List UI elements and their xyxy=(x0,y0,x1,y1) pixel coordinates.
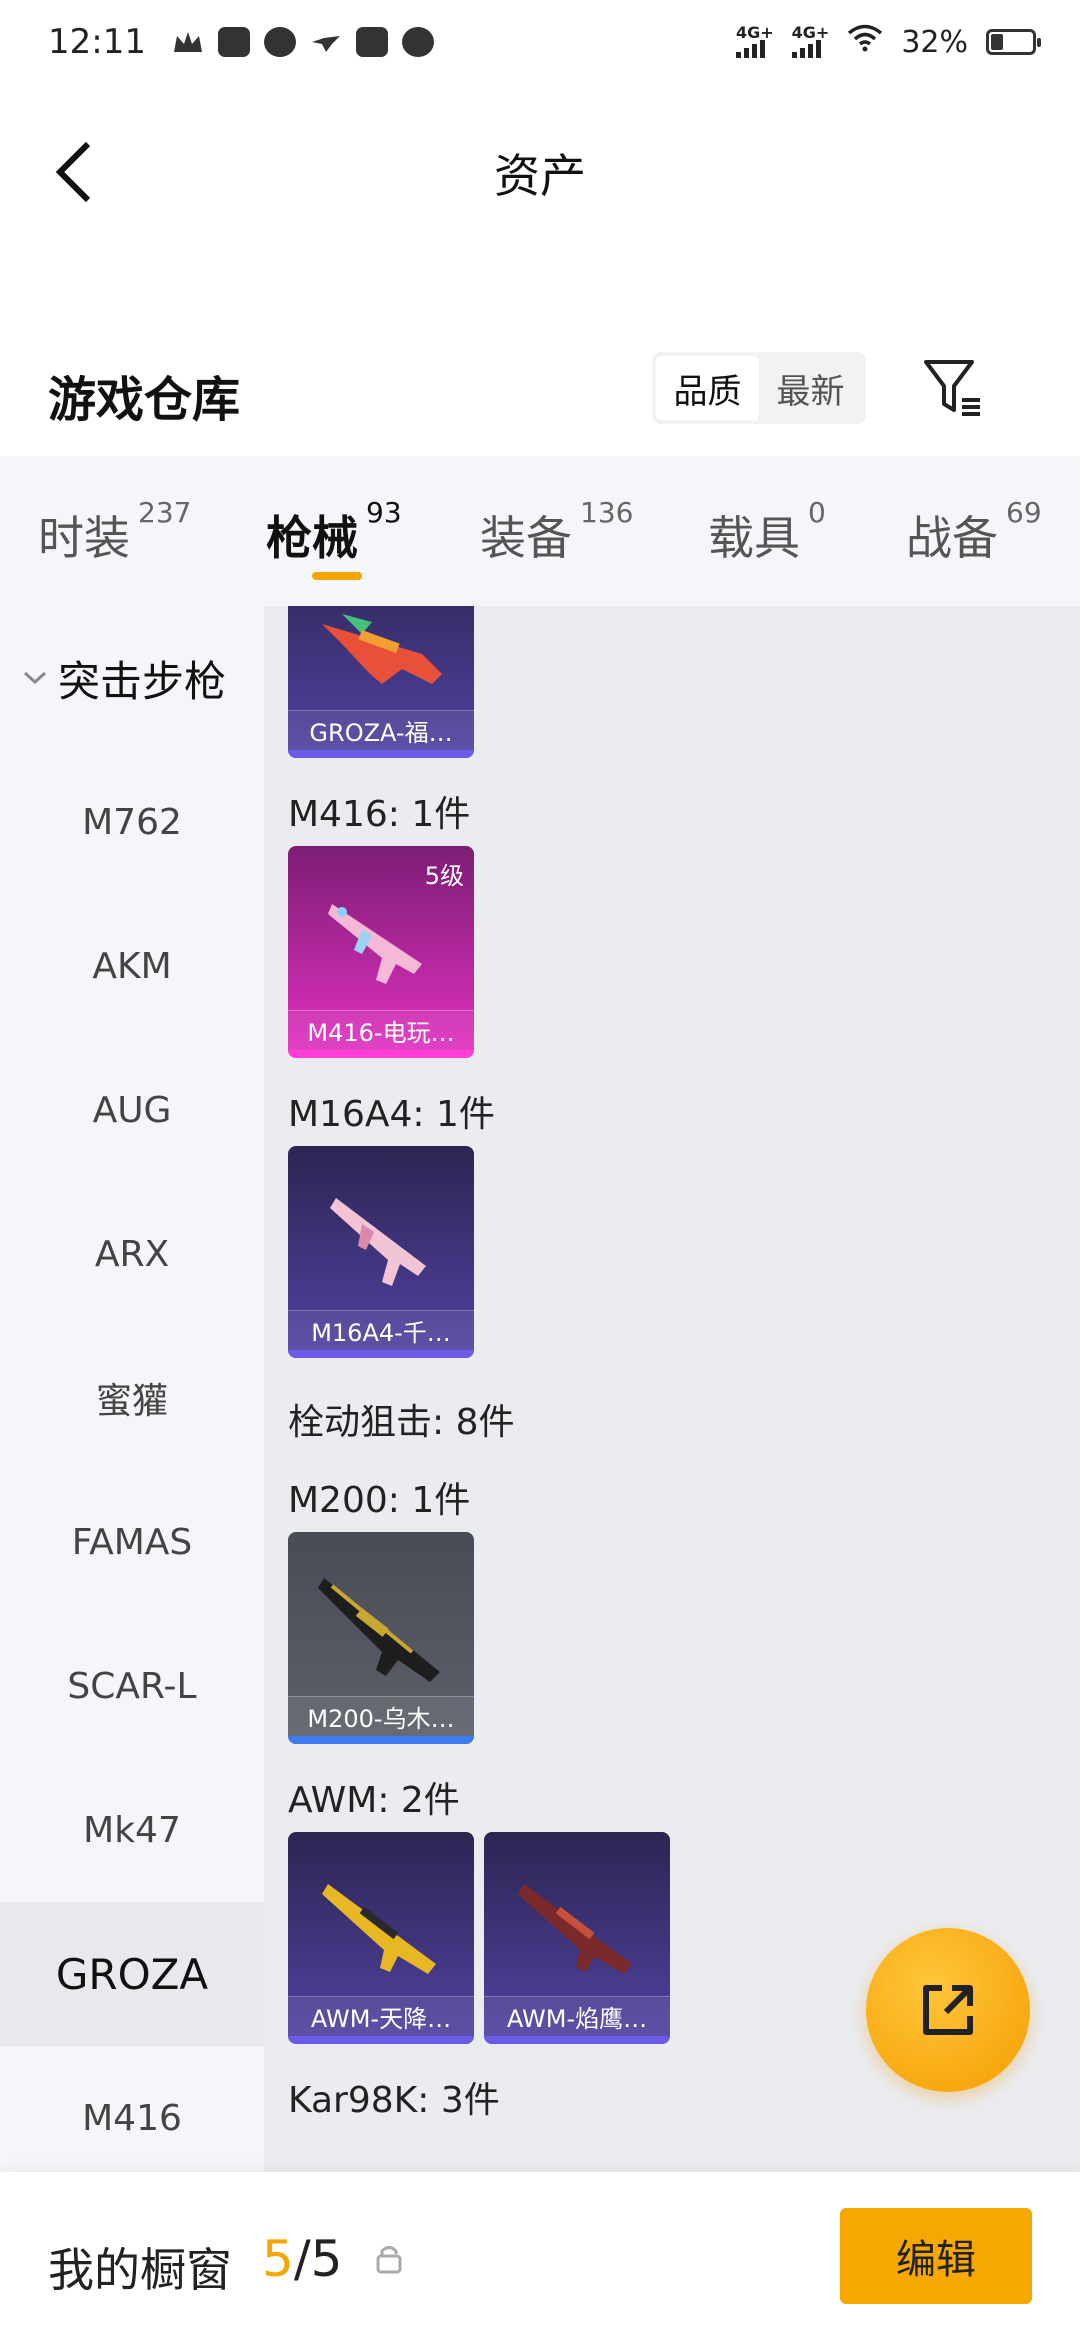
filter-icon xyxy=(924,360,980,416)
share-fab-button[interactable] xyxy=(866,1928,1030,2092)
awm-group-label: AWM: 2件 xyxy=(288,1780,460,1821)
m16a4-group-label: M16A4: 1件 xyxy=(288,1094,495,1135)
tab-label: 装备 xyxy=(480,511,572,565)
bird-app-icon xyxy=(310,27,342,57)
status-bar: 12:11 4G+ 4G+ 32% xyxy=(0,0,1080,84)
side-item-m416[interactable]: M416 xyxy=(0,2046,264,2172)
side-item-m762[interactable]: M762 xyxy=(0,750,264,894)
sort-newest-button[interactable]: 最新 xyxy=(759,356,862,420)
warehouse-header: 游戏仓库 品质 最新 xyxy=(0,330,1080,450)
side-item-mk47[interactable]: Mk47 xyxy=(0,1758,264,1902)
warehouse-title: 游戏仓库 xyxy=(48,372,241,428)
item-card-m416[interactable]: 5级 M416-电玩… xyxy=(288,846,474,1058)
awm-gun-icon xyxy=(518,1884,632,1974)
bolt-action-group-label: 栓动狙击: 8件 xyxy=(288,1402,515,1443)
rarity-bar xyxy=(288,1736,474,1744)
m16a4-row: M16A4-千… xyxy=(264,1146,1080,1376)
sort-quality-button[interactable]: 品质 xyxy=(656,356,759,420)
tab-supplies[interactable]: 战备 69 xyxy=(906,496,1042,568)
tab-count: 237 xyxy=(138,496,192,529)
signal-icon-2: 4G+ xyxy=(791,23,830,58)
tab-count: 69 xyxy=(1006,496,1042,529)
filter-button[interactable] xyxy=(920,354,986,420)
edit-button[interactable]: 编辑 xyxy=(840,2208,1032,2304)
side-item-groza[interactable]: GROZA xyxy=(0,1902,264,2046)
side-item-aug[interactable]: AUG xyxy=(0,1038,264,1182)
showcase-used: 5 xyxy=(262,2230,294,2288)
side-item-arx[interactable]: ARX xyxy=(0,1182,264,1326)
m200-row: M200-乌木… xyxy=(264,1532,1080,1762)
link-app-icon xyxy=(401,27,434,57)
tab-guns[interactable]: 枪械 93 xyxy=(266,496,402,580)
rarity-bar xyxy=(288,2036,474,2044)
item-card-groza[interactable]: GROZA-福… xyxy=(288,606,474,758)
groza-gun-icon xyxy=(322,614,442,684)
wifi-icon xyxy=(847,24,883,60)
tab-fashion[interactable]: 时装 237 xyxy=(38,496,191,568)
search-app-icon xyxy=(263,27,296,57)
tab-equipment[interactable]: 装备 136 xyxy=(480,496,633,568)
tab-label: 战备 xyxy=(906,511,998,565)
nav-bar: 资产 xyxy=(0,84,1080,254)
item-card-name: M416-电玩… xyxy=(288,1010,474,1050)
tab-active-indicator xyxy=(312,572,362,580)
tab-label: 载具 xyxy=(708,511,800,565)
rarity-bar xyxy=(484,2036,670,2044)
rarity-bar xyxy=(288,1350,474,1358)
rarity-bar xyxy=(288,750,474,758)
side-item-honey-badger[interactable]: 蜜獾 xyxy=(0,1326,264,1470)
page-title: 资产 xyxy=(494,149,586,203)
item-card-m200[interactable]: M200-乌木… xyxy=(288,1532,474,1744)
video-app-icon xyxy=(355,27,388,57)
showcase-total: 5 xyxy=(310,2230,343,2288)
showcase-label: 我的橱窗 xyxy=(48,2243,232,2297)
lock-icon xyxy=(374,2242,404,2276)
awm-gun-icon xyxy=(322,1884,436,1974)
side-item-famas[interactable]: FAMAS xyxy=(0,1470,264,1614)
side-group-assault-rifles[interactable]: 突击步枪 xyxy=(0,606,264,750)
item-card-name: M200-乌木… xyxy=(288,1696,474,1736)
notification-icons xyxy=(172,27,434,57)
sort-toggle: 品质 最新 xyxy=(652,352,866,424)
item-card-m16a4[interactable]: M16A4-千… xyxy=(288,1146,474,1358)
status-time: 12:11 xyxy=(48,22,146,62)
showcase-count: 5/5 xyxy=(262,2230,343,2288)
item-card-name: M16A4-千… xyxy=(288,1310,474,1350)
m16a4-gun-icon xyxy=(330,1198,426,1286)
signal-icon: 4G+ xyxy=(735,23,774,58)
item-card-name: GROZA-福… xyxy=(288,710,474,750)
crown-app-icon xyxy=(172,27,204,57)
m416-group-label: M416: 1件 xyxy=(288,794,471,835)
item-card-awm-1[interactable]: AWM-天降… xyxy=(288,1832,474,2044)
network-type-2: 4G+ xyxy=(791,23,830,42)
groza-row: GROZA-福… xyxy=(264,606,1080,776)
m416-row: 5级 M416-电玩… xyxy=(264,846,1080,1076)
side-item-akm[interactable]: AKM xyxy=(0,894,264,1038)
side-item-scar-l[interactable]: SCAR-L xyxy=(0,1614,264,1758)
item-card-name: AWM-天降… xyxy=(288,1996,474,2036)
side-nav: 突击步枪 M762 AKM AUG ARX 蜜獾 FAMAS SCAR-L Mk… xyxy=(0,606,264,2172)
share-icon xyxy=(923,1985,973,2035)
bottom-bar: 我的橱窗 5/5 编辑 xyxy=(0,2172,1080,2340)
item-card-name: AWM-焰鹰… xyxy=(484,1996,670,2036)
category-tabs: 时装 237 枪械 93 装备 136 载具 0 战备 69 xyxy=(0,456,1080,606)
item-card-awm-2[interactable]: AWM-焰鹰… xyxy=(484,1832,670,2044)
rarity-bar xyxy=(288,1050,474,1058)
battery-percent: 32% xyxy=(901,24,968,60)
battery-icon xyxy=(986,29,1041,55)
tab-label: 枪械 xyxy=(266,511,358,565)
side-group-label: 突击步枪 xyxy=(58,656,227,706)
tab-count: 136 xyxy=(580,496,634,529)
network-type: 4G+ xyxy=(735,23,774,42)
mail-app-icon xyxy=(217,27,250,57)
m200-gun-icon xyxy=(318,1578,440,1682)
tab-vehicles[interactable]: 载具 0 xyxy=(708,496,826,568)
chevron-down-icon xyxy=(23,671,47,685)
tab-count: 93 xyxy=(366,496,402,529)
m200-group-label: M200: 1件 xyxy=(288,1480,471,1521)
tab-label: 时装 xyxy=(38,511,130,565)
m416-gun-icon xyxy=(328,904,422,984)
tab-count: 0 xyxy=(808,496,826,529)
